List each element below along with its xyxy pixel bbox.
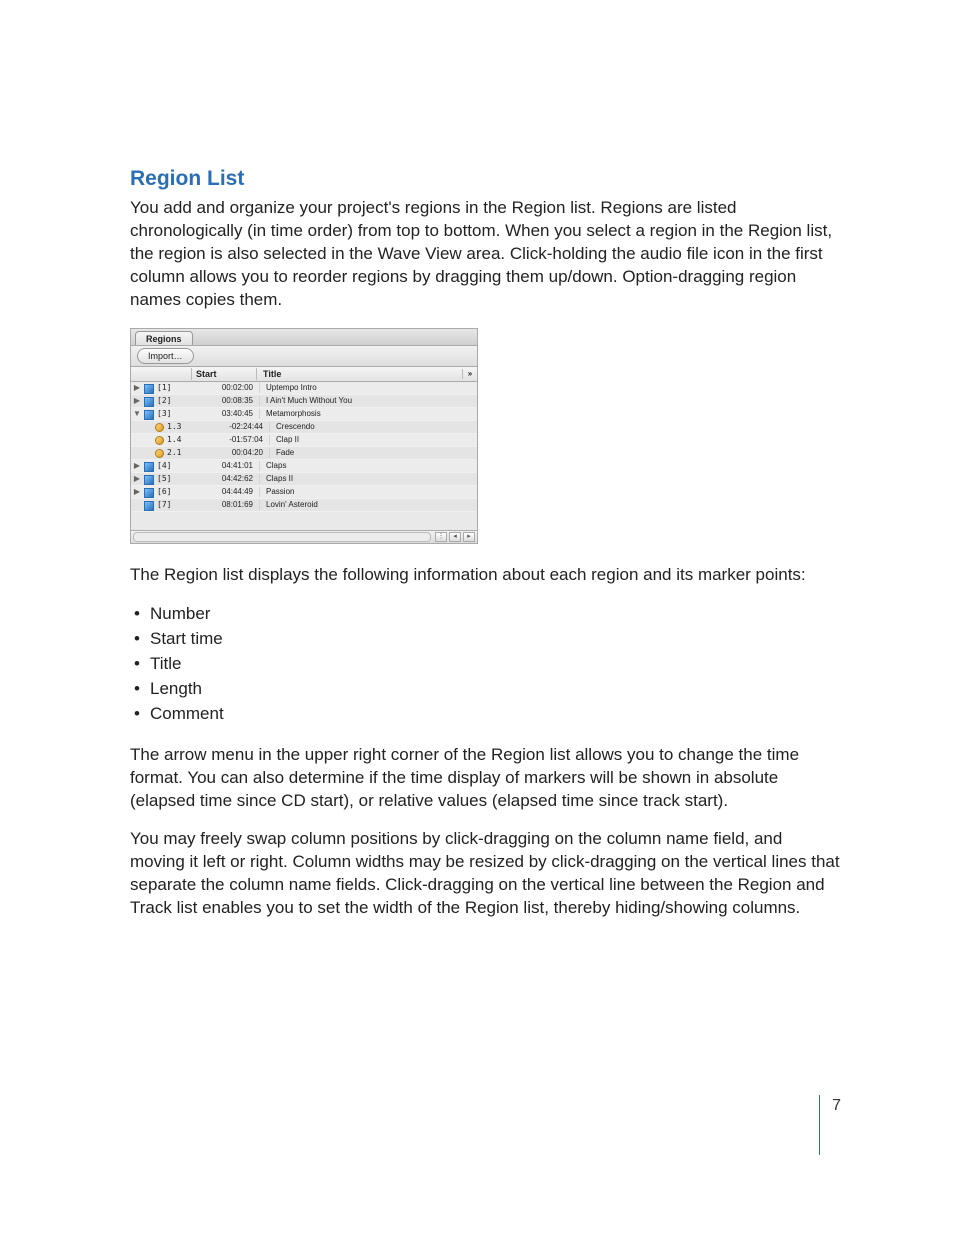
region-row[interactable]: 1.3-02:24:44Crescendo [131,421,477,434]
tab-regions[interactable]: Regions [135,331,193,345]
bullet-item: Length [140,678,841,701]
info-paragraph: The Region list displays the following i… [130,564,841,587]
region-number: [3] [155,409,193,420]
region-title: Claps [259,461,477,472]
region-number: 1.4 [165,435,203,446]
expand-toggle-icon[interactable]: ▶ [131,474,143,485]
arrow-menu-button[interactable]: » [462,369,477,380]
region-title: Crescendo [269,422,477,433]
region-number: [7] [155,500,193,511]
region-row[interactable]: ▶ [6]04:44:49Passion [131,486,477,499]
region-title: Claps II [259,474,477,485]
tab-row: Regions [131,329,477,346]
audio-file-icon[interactable] [143,382,155,394]
region-number: [5] [155,474,193,485]
region-row[interactable]: ▼ [3]03:40:45Metamorphosis [131,408,477,421]
intro-paragraph: You add and organize your project's regi… [130,197,841,312]
arrow-menu-paragraph: The arrow menu in the upper right corner… [130,744,841,813]
bullet-item: Number [140,603,841,626]
bullet-item: Comment [140,703,841,726]
audio-file-icon[interactable] [143,408,155,420]
region-start-time: 00:02:00 [193,383,259,394]
column-header-title[interactable]: Title [256,368,462,380]
column-header-start[interactable]: Start [191,368,256,380]
audio-file-icon[interactable] [143,395,155,407]
audio-file-icon[interactable] [143,486,155,498]
regions-panel: Regions Import… Start Title » ▶ [1]00:02:… [130,328,478,544]
scroll-left-button[interactable]: ◂ [449,532,461,542]
region-row[interactable]: [7]08:01:69Lovin' Asteroid [131,499,477,512]
region-title: Clap II [269,435,477,446]
horizontal-scrollbar[interactable] [133,532,431,542]
expand-toggle-icon[interactable]: ▶ [131,383,143,394]
region-title: Uptempo Intro [259,383,477,394]
region-row[interactable]: ▶ [1]00:02:00Uptempo Intro [131,382,477,395]
column-swap-paragraph: You may freely swap column positions by … [130,828,841,920]
column-header-row: Start Title » [131,367,477,382]
region-start-time: -02:24:44 [203,422,269,433]
region-title: Lovin' Asteroid [259,500,477,511]
expand-toggle-icon[interactable]: ▶ [131,396,143,407]
marker-icon[interactable] [153,421,165,433]
region-start-time: 00:08:35 [193,396,259,407]
import-button[interactable]: Import… [137,348,194,364]
region-start-time: 03:40:45 [193,409,259,420]
region-title: Metamorphosis [259,409,477,420]
region-number: [2] [155,396,193,407]
region-start-time: 04:41:01 [193,461,259,472]
region-row[interactable]: 2.100:04:20Fade [131,447,477,460]
region-start-time: 04:44:49 [193,487,259,498]
bullet-item: Start time [140,628,841,651]
scroll-right-button[interactable]: ▸ [463,532,475,542]
region-number: [4] [155,461,193,472]
bullet-item: Title [140,653,841,676]
region-start-time: -01:57:04 [203,435,269,446]
marker-icon[interactable] [153,447,165,459]
region-number: [1] [155,383,193,394]
region-row[interactable]: ▶ [4]04:41:01Claps [131,460,477,473]
region-row[interactable]: ▶ [5]04:42:62Claps II [131,473,477,486]
scroll-footer: ⋮ ◂ ▸ [131,530,477,543]
region-rows-container: ▶ [1]00:02:00Uptempo Intro ▶ [2]00:08:35I A… [131,382,477,530]
toolbar-row: Import… [131,346,477,367]
expand-toggle-icon[interactable]: ▶ [131,487,143,498]
region-start-time: 08:01:69 [193,500,259,511]
audio-file-icon[interactable] [143,460,155,472]
region-row[interactable]: 1.4-01:57:04Clap II [131,434,477,447]
region-title: I Ain't Much Without You [259,396,477,407]
audio-file-icon[interactable] [143,473,155,485]
scroll-grip-icon[interactable]: ⋮ [435,532,447,542]
region-title: Passion [259,487,477,498]
marker-icon[interactable] [153,434,165,446]
region-number: 1.3 [165,422,203,433]
section-heading: Region List [130,165,841,193]
expand-toggle-icon[interactable]: ▶ [131,461,143,472]
region-start-time: 00:04:20 [203,448,269,459]
page-number: 7 [819,1095,841,1155]
audio-file-icon[interactable] [143,499,155,511]
expand-toggle-icon[interactable]: ▼ [131,409,143,420]
region-title: Fade [269,448,477,459]
region-start-time: 04:42:62 [193,474,259,485]
info-bullet-list: NumberStart timeTitleLengthComment [130,603,841,726]
region-number: 2.1 [165,448,203,459]
region-row[interactable]: ▶ [2]00:08:35I Ain't Much Without You [131,395,477,408]
region-number: [6] [155,487,193,498]
